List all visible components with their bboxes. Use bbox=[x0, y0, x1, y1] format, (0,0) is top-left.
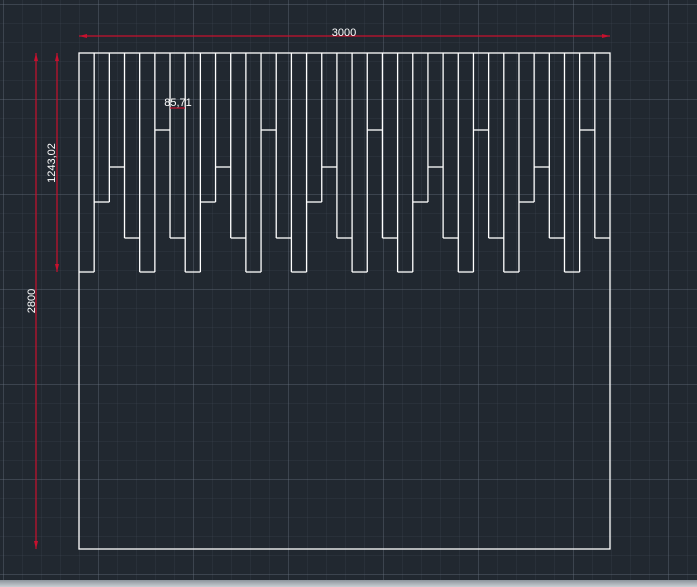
dimension-overall-height[interactable]: 2800 bbox=[26, 53, 38, 549]
status-bar bbox=[0, 580, 697, 587]
fringe-strips bbox=[79, 53, 610, 273]
dimension-label-strip-width: 85,71 bbox=[164, 97, 192, 109]
outer-panel-outline bbox=[78, 52, 611, 550]
dimension-overall-width[interactable]: 3000 bbox=[79, 27, 610, 39]
dimension-label-height: 2800 bbox=[26, 289, 38, 313]
dimension-label-width: 3000 bbox=[332, 27, 356, 39]
cad-model-space[interactable]: 3000 2800 1243,02 85,71 bbox=[0, 0, 697, 580]
dimension-label-fringe-depth: 1243,02 bbox=[46, 143, 58, 183]
drawing-canvas[interactable]: 3000 2800 1243,02 85,71 bbox=[0, 0, 697, 580]
dimension-strip-width[interactable]: 85,71 bbox=[164, 97, 192, 109]
dimension-fringe-depth[interactable]: 1243,02 bbox=[46, 53, 59, 272]
